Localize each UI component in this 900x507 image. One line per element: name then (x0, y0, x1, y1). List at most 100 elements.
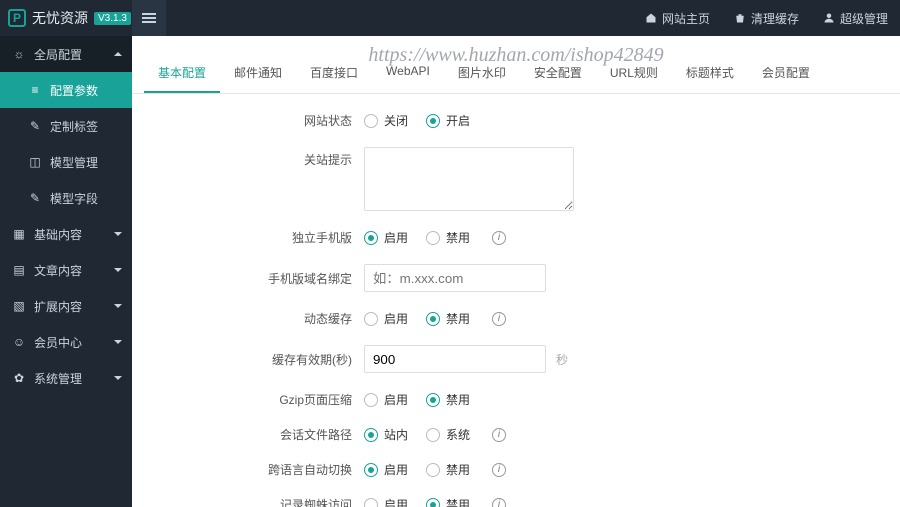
sidebar-label: 文章内容 (34, 262, 82, 279)
radio-spider_log-1[interactable]: 禁用 (426, 496, 470, 507)
sidebar-item-tags[interactable]: ✎ 定制标签 (0, 108, 132, 144)
input-cache_ttl[interactable] (364, 345, 546, 373)
radio-dyn_cache-0[interactable]: 启用 (364, 310, 408, 327)
radio-icon (364, 312, 378, 326)
logo-icon: P (8, 9, 26, 27)
chevron-down-icon (114, 340, 122, 344)
top-link-admin[interactable]: 超级管理 (811, 0, 900, 36)
top-link-label: 清理缓存 (751, 10, 799, 27)
tab-4[interactable]: 图片水印 (444, 54, 520, 93)
info-icon[interactable]: i (492, 498, 506, 507)
label: 独立手机版 (132, 229, 364, 246)
radio-label: 开启 (446, 112, 470, 129)
sidebar-label: 模型字段 (50, 190, 98, 207)
gear-icon: ✿ (12, 371, 26, 385)
radio-mobile_site-1[interactable]: 禁用 (426, 229, 470, 246)
label: 网站状态 (132, 112, 364, 129)
label: 关站提示 (132, 147, 364, 168)
radio-icon (426, 114, 440, 128)
radio-session_path-0[interactable]: 站内 (364, 426, 408, 443)
radio-session_path-1[interactable]: 系统 (426, 426, 470, 443)
grid-icon: ▦ (12, 227, 26, 241)
radio-icon (426, 428, 440, 442)
radio-label: 禁用 (446, 229, 470, 246)
tab-5[interactable]: 安全配置 (520, 54, 596, 93)
sidebar-label: 定制标签 (50, 118, 98, 135)
logo[interactable]: P 无忧资源 V3.1.3 (0, 0, 132, 36)
radio-group: 启用 禁用 i (364, 310, 506, 327)
sliders-icon: ≡ (28, 83, 42, 97)
info-icon[interactable]: i (492, 428, 506, 442)
chevron-down-icon (114, 376, 122, 380)
radio-icon (364, 498, 378, 507)
sidebar-item-member[interactable]: ☺ 会员中心 (0, 324, 132, 360)
sidebar-label: 系统管理 (34, 370, 82, 387)
row-mobile_domain: 手机版域名绑定 (132, 264, 884, 292)
row-lang_switch: 跨语言自动切换启用禁用i (132, 461, 884, 478)
radio-label: 启用 (384, 229, 408, 246)
sidebar-item-extend[interactable]: ▧ 扩展内容 (0, 288, 132, 324)
tab-1[interactable]: 邮件通知 (220, 54, 296, 93)
input-mobile_domain[interactable] (364, 264, 546, 292)
radio-label: 禁用 (446, 461, 470, 478)
chevron-down-icon (114, 232, 122, 236)
sidebar-item-fields[interactable]: ✎ 模型字段 (0, 180, 132, 216)
trash-icon (734, 12, 746, 24)
top-link-home[interactable]: 网站主页 (633, 0, 722, 36)
top-link-label: 网站主页 (662, 10, 710, 27)
radio-label: 禁用 (446, 496, 470, 507)
logo-text: 无忧资源 (32, 8, 88, 28)
textarea-close_tip[interactable] (364, 147, 574, 211)
info-icon[interactable]: i (492, 231, 506, 245)
cube-icon: ◫ (28, 155, 42, 169)
config-form: 网站状态关闭开启关站提示独立手机版启用禁用i手机版域名绑定动态缓存启用禁用i缓存… (132, 94, 900, 507)
sidebar-item-models[interactable]: ◫ 模型管理 (0, 144, 132, 180)
chevron-up-icon (114, 52, 122, 56)
tab-3[interactable]: WebAPI (372, 54, 444, 93)
radio-lang_switch-1[interactable]: 禁用 (426, 461, 470, 478)
tab-6[interactable]: URL规则 (596, 54, 672, 93)
radio-group: 启用 禁用 i (364, 496, 506, 507)
hamburger-toggle[interactable] (132, 0, 166, 36)
radio-site_status-0[interactable]: 关闭 (364, 112, 408, 129)
radio-mobile_site-0[interactable]: 启用 (364, 229, 408, 246)
radio-icon (364, 114, 378, 128)
sidebar-label: 配置参数 (50, 82, 98, 99)
radio-spider_log-0[interactable]: 启用 (364, 496, 408, 507)
label: 会话文件路径 (132, 426, 364, 443)
radio-group: 关闭 开启 (364, 112, 488, 129)
wrench-icon: ✎ (28, 119, 42, 133)
chevron-down-icon (114, 304, 122, 308)
info-icon[interactable]: i (492, 463, 506, 477)
sidebar-label: 全局配置 (34, 46, 82, 63)
row-dyn_cache: 动态缓存启用禁用i (132, 310, 884, 327)
info-icon[interactable]: i (492, 312, 506, 326)
tab-0[interactable]: 基本配置 (144, 54, 220, 93)
radio-icon (426, 393, 440, 407)
row-mobile_site: 独立手机版 启用 禁用 i (132, 229, 884, 246)
top-link-label: 超级管理 (840, 10, 888, 27)
row-site_status: 网站状态关闭 开启 (132, 112, 884, 129)
sidebar-item-basic[interactable]: ▦ 基础内容 (0, 216, 132, 252)
tab-7[interactable]: 标题样式 (672, 54, 748, 93)
radio-lang_switch-0[interactable]: 启用 (364, 461, 408, 478)
sidebar-label: 扩展内容 (34, 298, 82, 315)
radio-icon (364, 393, 378, 407)
tab-2[interactable]: 百度接口 (296, 54, 372, 93)
radio-group: 启用 禁用 i (364, 461, 506, 478)
radio-site_status-1[interactable]: 开启 (426, 112, 470, 129)
sidebar-item-params[interactable]: ≡ 配置参数 (0, 72, 132, 108)
tab-8[interactable]: 会员配置 (748, 54, 824, 93)
radio-icon (426, 312, 440, 326)
sidebar-item-system[interactable]: ✿ 系统管理 (0, 360, 132, 396)
radio-dyn_cache-1[interactable]: 禁用 (426, 310, 470, 327)
sidebar-item-global[interactable]: ☼ 全局配置 (0, 36, 132, 72)
sidebar-label: 模型管理 (50, 154, 98, 171)
sidebar-item-article[interactable]: ▤ 文章内容 (0, 252, 132, 288)
document-icon: ▤ (12, 263, 26, 277)
radio-gzip-0[interactable]: 启用 (364, 391, 408, 408)
label: 缓存有效期(秒) (132, 351, 364, 368)
top-link-clear-cache[interactable]: 清理缓存 (722, 0, 811, 36)
label: 记录蜘蛛访问 (132, 496, 364, 507)
radio-gzip-1[interactable]: 禁用 (426, 391, 470, 408)
